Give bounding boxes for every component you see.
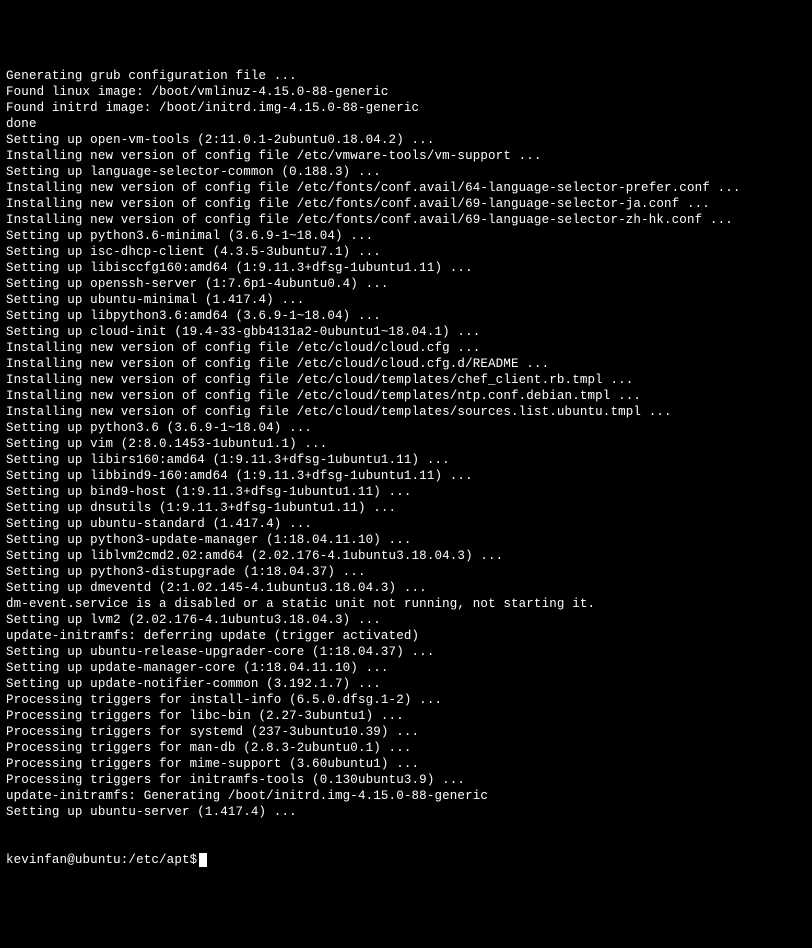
terminal-line: Setting up libirs160:amd64 (1:9.11.3+dfs… [6, 452, 806, 468]
terminal-line: Setting up update-notifier-common (3.192… [6, 676, 806, 692]
terminal-line: Setting up vim (2:8.0.1453-1ubuntu1.1) .… [6, 436, 806, 452]
terminal-line: Processing triggers for libc-bin (2.27-3… [6, 708, 806, 724]
terminal-line: Setting up libisccfg160:amd64 (1:9.11.3+… [6, 260, 806, 276]
terminal-line: Installing new version of config file /e… [6, 180, 806, 196]
terminal-line: Installing new version of config file /e… [6, 340, 806, 356]
terminal-line: Setting up bind9-host (1:9.11.3+dfsg-1ub… [6, 484, 806, 500]
terminal-line: Processing triggers for systemd (237-3ub… [6, 724, 806, 740]
terminal-line: Setting up ubuntu-release-upgrader-core … [6, 644, 806, 660]
terminal-line: Setting up liblvm2cmd2.02:amd64 (2.02.17… [6, 548, 806, 564]
terminal-line: Setting up python3.6-minimal (3.6.9-1~18… [6, 228, 806, 244]
terminal-line: Found initrd image: /boot/initrd.img-4.1… [6, 100, 806, 116]
terminal-line: Setting up python3.6 (3.6.9-1~18.04) ... [6, 420, 806, 436]
terminal-line: Setting up cloud-init (19.4-33-gbb4131a2… [6, 324, 806, 340]
terminal-line: Installing new version of config file /e… [6, 372, 806, 388]
terminal-line: Installing new version of config file /e… [6, 356, 806, 372]
terminal-line: Setting up libbind9-160:amd64 (1:9.11.3+… [6, 468, 806, 484]
terminal-output: Generating grub configuration file ...Fo… [6, 68, 806, 820]
terminal-line: Setting up openssh-server (1:7.6p1-4ubun… [6, 276, 806, 292]
terminal-line: Setting up python3-distupgrade (1:18.04.… [6, 564, 806, 580]
terminal-line: Setting up dnsutils (1:9.11.3+dfsg-1ubun… [6, 500, 806, 516]
terminal-line: Setting up open-vm-tools (2:11.0.1-2ubun… [6, 132, 806, 148]
terminal-line: Processing triggers for man-db (2.8.3-2u… [6, 740, 806, 756]
terminal-line: Generating grub configuration file ... [6, 68, 806, 84]
terminal-line: Setting up libpython3.6:amd64 (3.6.9-1~1… [6, 308, 806, 324]
terminal-line: Setting up python3-update-manager (1:18.… [6, 532, 806, 548]
terminal-line: Processing triggers for mime-support (3.… [6, 756, 806, 772]
terminal-line: done [6, 116, 806, 132]
terminal-line: Setting up ubuntu-standard (1.417.4) ... [6, 516, 806, 532]
terminal-line: Installing new version of config file /e… [6, 196, 806, 212]
terminal-line: Installing new version of config file /e… [6, 388, 806, 404]
terminal-line: update-initramfs: deferring update (trig… [6, 628, 806, 644]
terminal-line: Setting up dmeventd (2:1.02.145-4.1ubunt… [6, 580, 806, 596]
cursor-icon [199, 853, 207, 867]
terminal-line: Setting up isc-dhcp-client (4.3.5-3ubunt… [6, 244, 806, 260]
terminal-line: Setting up update-manager-core (1:18.04.… [6, 660, 806, 676]
terminal-line: Processing triggers for initramfs-tools … [6, 772, 806, 788]
terminal-line: Installing new version of config file /e… [6, 404, 806, 420]
shell-prompt: kevinfan@ubuntu:/etc/apt$ [6, 852, 197, 868]
terminal-line: Installing new version of config file /e… [6, 212, 806, 228]
terminal-line: Setting up language-selector-common (0.1… [6, 164, 806, 180]
terminal-line: Setting up ubuntu-server (1.417.4) ... [6, 804, 806, 820]
terminal-line: dm-event.service is a disabled or a stat… [6, 596, 806, 612]
terminal-line: Setting up lvm2 (2.02.176-4.1ubuntu3.18.… [6, 612, 806, 628]
terminal-line: Found linux image: /boot/vmlinuz-4.15.0-… [6, 84, 806, 100]
terminal-line: Installing new version of config file /e… [6, 148, 806, 164]
terminal-line: update-initramfs: Generating /boot/initr… [6, 788, 806, 804]
shell-prompt-line[interactable]: kevinfan@ubuntu:/etc/apt$ [6, 852, 806, 868]
terminal-line: Setting up ubuntu-minimal (1.417.4) ... [6, 292, 806, 308]
terminal-line: Processing triggers for install-info (6.… [6, 692, 806, 708]
